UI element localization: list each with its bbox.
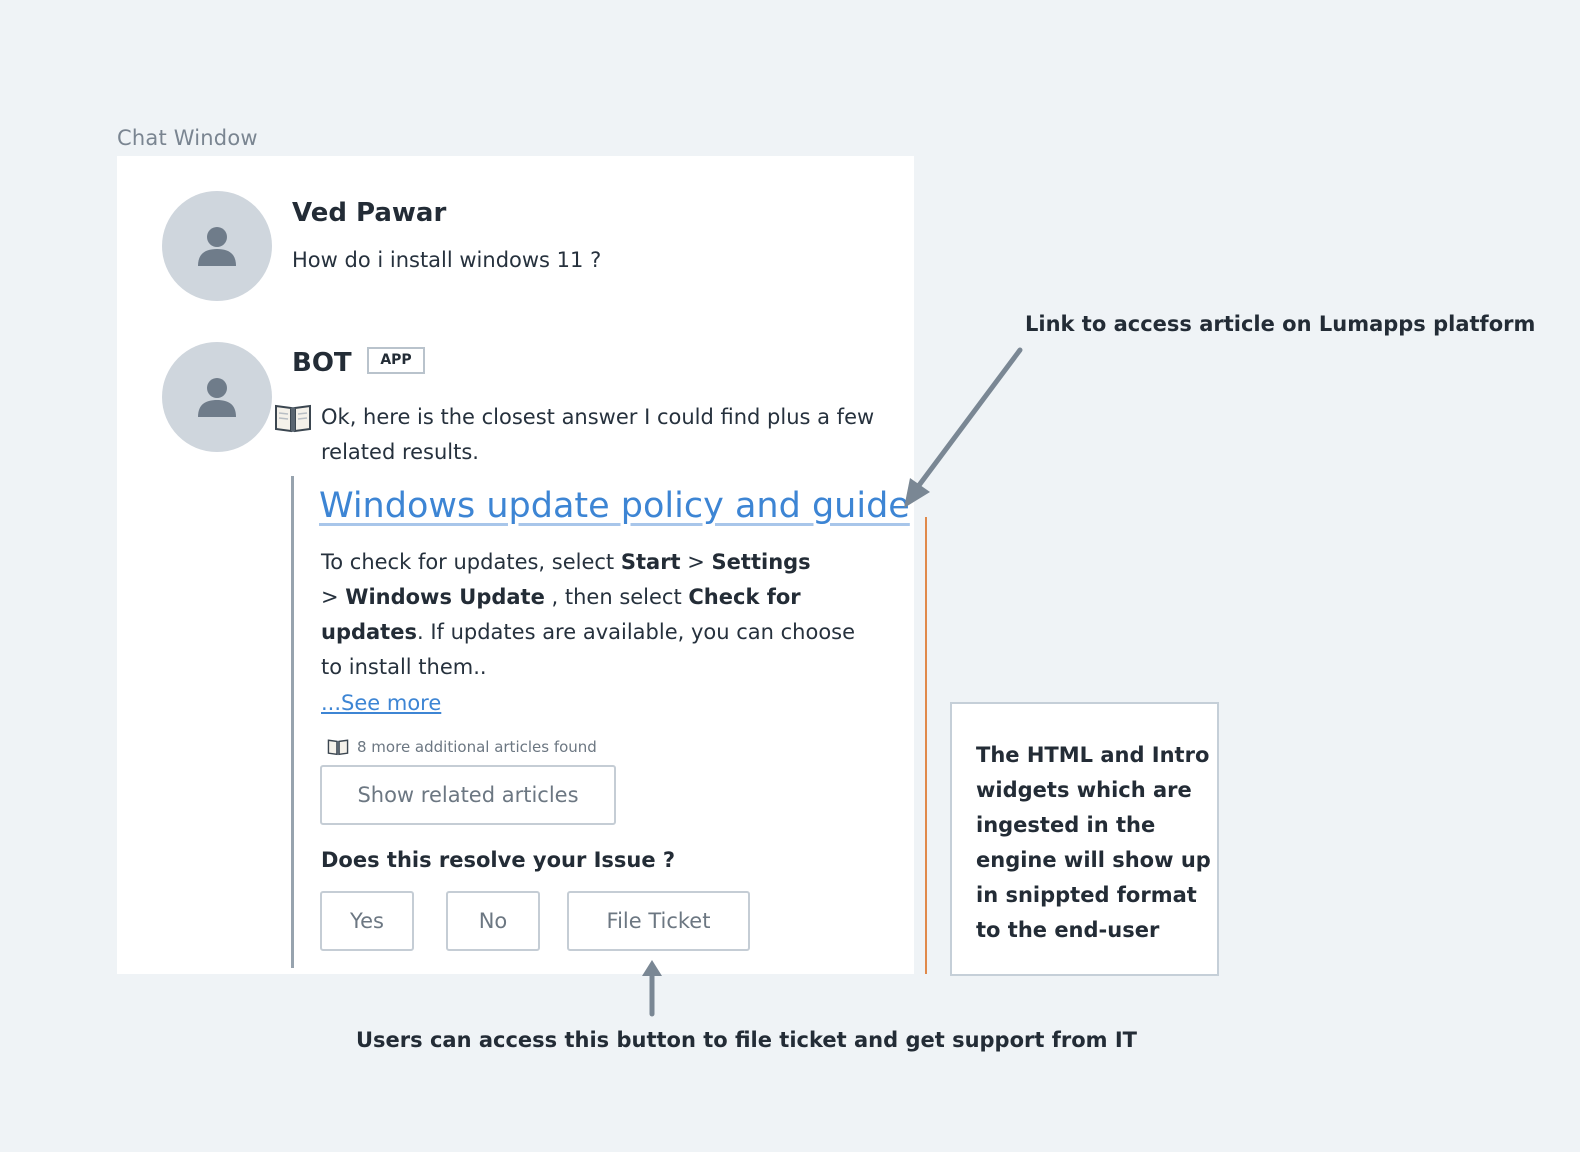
snippet-text: > — [680, 550, 712, 574]
widget-bracket-line — [925, 517, 927, 974]
snippet-text: , then select — [544, 585, 689, 609]
snippet-text: To check for updates, select — [321, 550, 621, 574]
open-book-icon — [275, 404, 311, 433]
chat-window-label: Chat Window — [117, 126, 258, 150]
ticket-annotation-arrow — [642, 960, 662, 1017]
chat-window: Ved Pawar How do i install windows 11 ? … — [117, 156, 914, 974]
person-icon — [198, 227, 236, 266]
more-articles-count: 8 more additional articles found — [357, 738, 597, 756]
see-more-link[interactable]: ...See more — [321, 691, 441, 715]
user-sender-name: Ved Pawar — [292, 198, 447, 228]
show-related-articles-button[interactable]: Show related articles — [320, 765, 616, 825]
user-message-text: How do i install windows 11 ? — [292, 248, 602, 272]
widget-note-box: The HTML and Intro widgets which are ing… — [950, 702, 1219, 976]
link-annotation-arrow — [904, 347, 1023, 508]
person-icon — [198, 378, 236, 417]
bot-intro-text: Ok, here is the closest answer I could f… — [321, 405, 875, 464]
link-annotation: Link to access article on Lumapps platfo… — [1025, 312, 1536, 336]
no-button[interactable]: No — [446, 891, 540, 951]
yes-button[interactable]: Yes — [320, 891, 414, 951]
article-snippet: To check for updates, select Start > Set… — [321, 545, 861, 685]
snippet-bold-settings: Settings — [711, 550, 811, 574]
snippet-divider — [291, 476, 294, 968]
app-badge: APP — [367, 347, 425, 374]
file-ticket-button[interactable]: File Ticket — [567, 891, 750, 951]
user-avatar — [162, 191, 272, 301]
snippet-bold-windows-update: Windows Update — [345, 585, 545, 609]
bot-sender-name: BOT — [292, 348, 352, 378]
ticket-annotation: Users can access this button to file tic… — [356, 1028, 1137, 1052]
resolve-question: Does this resolve your Issue ? — [321, 848, 676, 872]
open-book-icon — [327, 739, 349, 756]
snippet-bold-start: Start — [620, 550, 681, 574]
widget-annotation: The HTML and Intro widgets which are ing… — [976, 743, 1211, 942]
bot-avatar — [162, 342, 272, 452]
article-title-link[interactable]: Windows update policy and guide — [319, 486, 910, 526]
snippet-text: > — [321, 585, 346, 609]
